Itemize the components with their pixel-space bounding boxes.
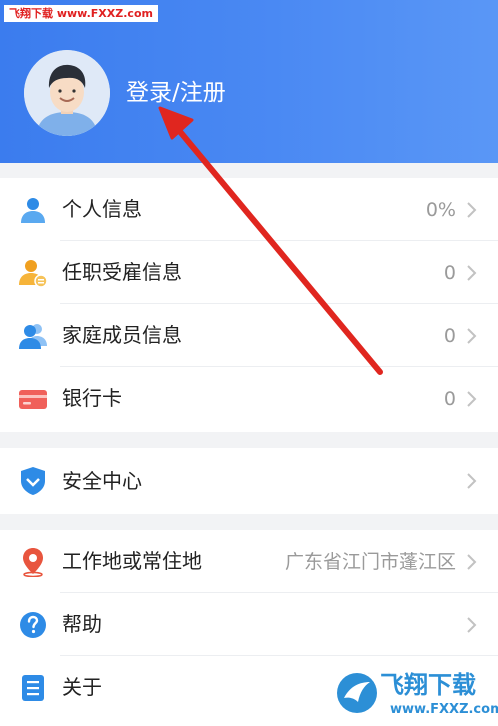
chevron-right-icon <box>467 328 477 344</box>
menu-value: 0 <box>443 262 456 284</box>
menu-row-family-info[interactable]: 家庭成员信息 0 <box>0 304 498 367</box>
login-register-link[interactable]: 登录/注册 <box>126 78 226 108</box>
menu-label: 帮助 <box>62 612 102 636</box>
menu-row-help[interactable]: 帮助 <box>0 593 498 656</box>
about-icon <box>18 673 48 703</box>
menu-label: 工作地或常住地 <box>62 549 202 573</box>
menu-row-work-residence[interactable]: 工作地或常住地 广东省江门市蓬江区 <box>0 530 498 593</box>
site-watermark: 飞翔下载 www.FXXZ.com <box>4 5 158 22</box>
chevron-right-icon <box>467 473 477 489</box>
logo-watermark: 飞翔下载 www.FXXZ.com <box>330 664 498 722</box>
menu-row-personal-info[interactable]: 个人信息 0% <box>0 178 498 241</box>
employment-icon <box>18 258 48 288</box>
chevron-right-icon <box>467 265 477 281</box>
menu-row-security-center[interactable]: 安全中心 <box>0 448 498 514</box>
profile-screen: 飞翔下载 www.FXXZ.com 登录/注册 个人信息 0% 任职受雇信息 0… <box>0 0 498 726</box>
menu-label: 银行卡 <box>62 386 122 410</box>
chevron-right-icon <box>467 617 477 633</box>
menu-label: 关于 <box>62 675 102 699</box>
security-group: 安全中心 <box>0 448 498 514</box>
menu-value: 0 <box>443 325 456 347</box>
menu-label: 家庭成员信息 <box>62 323 182 347</box>
chevron-right-icon <box>467 554 477 570</box>
menu-row-employment-info[interactable]: 任职受雇信息 0 <box>0 241 498 304</box>
bank-card-icon <box>18 384 48 414</box>
chevron-right-icon <box>467 202 477 218</box>
info-group: 个人信息 0% 任职受雇信息 0 家庭成员信息 0 银行卡 0 <box>0 178 498 432</box>
avatar-person-icon <box>24 50 110 136</box>
profile-header: 飞翔下载 www.FXXZ.com 登录/注册 <box>0 0 498 163</box>
chevron-right-icon <box>467 391 477 407</box>
family-icon <box>18 321 48 351</box>
help-icon <box>18 610 48 640</box>
wing-logo-icon <box>337 673 377 713</box>
menu-label: 个人信息 <box>62 197 142 221</box>
shield-icon <box>18 466 48 496</box>
avatar[interactable] <box>24 50 110 136</box>
menu-value: 广东省江门市蓬江区 <box>284 551 456 573</box>
menu-value: 0 <box>443 388 456 410</box>
logo-url: www.FXXZ.com <box>390 702 498 717</box>
menu-row-bank-card[interactable]: 银行卡 0 <box>0 367 498 430</box>
logo-text: 飞翔下载 <box>380 671 476 699</box>
menu-label: 任职受雇信息 <box>62 260 182 284</box>
location-pin-icon <box>18 547 48 578</box>
menu-label: 安全中心 <box>62 469 142 493</box>
menu-value: 0% <box>425 199 456 221</box>
person-icon <box>18 195 48 225</box>
